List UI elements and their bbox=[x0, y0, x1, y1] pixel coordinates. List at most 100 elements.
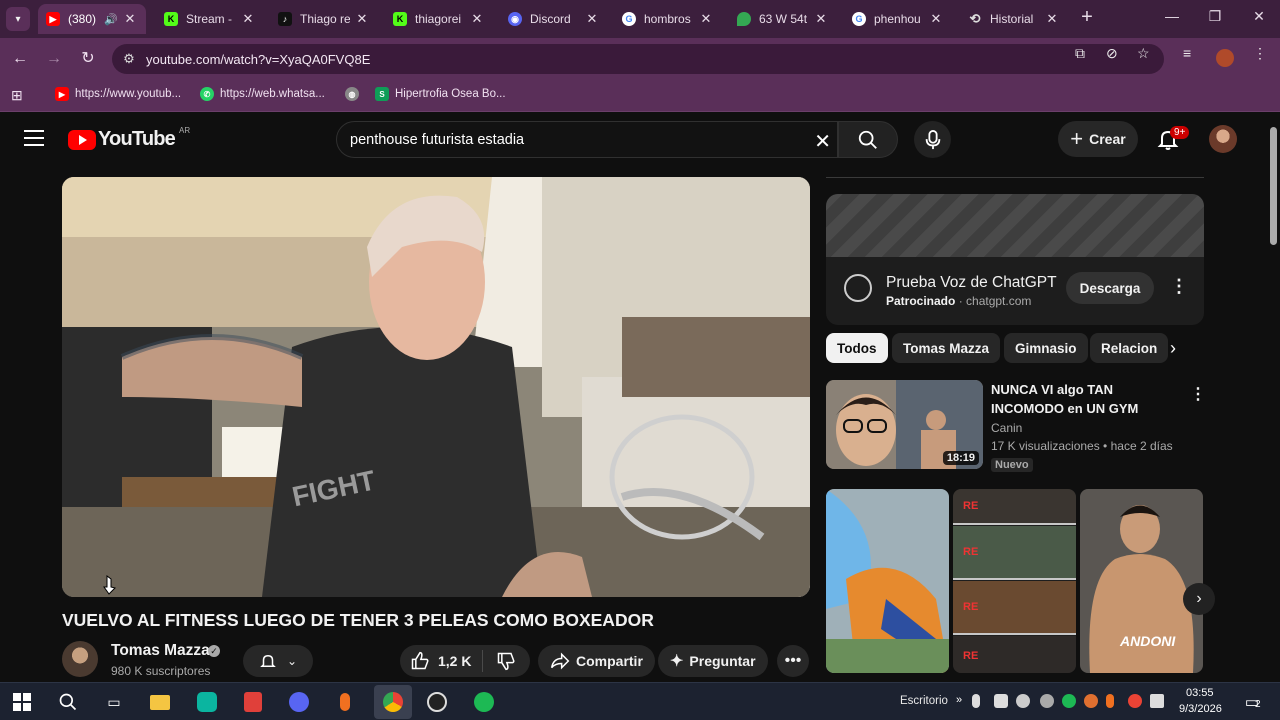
clear-search-icon[interactable]: ✕ bbox=[814, 129, 831, 154]
profile-icon[interactable] bbox=[1216, 49, 1234, 67]
eye-off-icon[interactable]: ⊘ bbox=[1106, 45, 1118, 62]
new-tab-button[interactable]: + bbox=[1076, 7, 1098, 29]
tab-kick-thiago[interactable]: K thiagorei ✕ bbox=[385, 4, 493, 34]
file-explorer-icon[interactable] bbox=[148, 690, 172, 714]
apps-grid-icon[interactable]: ⊞ bbox=[11, 87, 23, 104]
short-item[interactable] bbox=[826, 489, 949, 673]
page-scrollbar[interactable] bbox=[1268, 113, 1280, 682]
clock-time[interactable]: 03:55 bbox=[1186, 687, 1214, 699]
forward-button[interactable]: → bbox=[43, 48, 65, 70]
like-button[interactable]: 1,2 K bbox=[400, 651, 482, 671]
tab-history[interactable]: ⟲ Historial ✕ bbox=[960, 4, 1068, 34]
short-item[interactable]: ANDONI bbox=[1080, 489, 1203, 673]
acrobat-icon[interactable] bbox=[241, 690, 265, 714]
bookmark-star-icon[interactable]: ☆ bbox=[1137, 45, 1150, 62]
chip-relacionados[interactable]: Relacion bbox=[1090, 333, 1169, 363]
site-info-icon[interactable]: ⚙ bbox=[112, 51, 146, 67]
reload-button[interactable]: ↻ bbox=[77, 48, 99, 70]
video-menu-icon[interactable]: ⋮ bbox=[1190, 384, 1206, 404]
discord-icon[interactable] bbox=[287, 690, 311, 714]
tray-mic-icon[interactable] bbox=[1106, 694, 1114, 708]
recommended-channel[interactable]: Canin bbox=[991, 421, 1022, 435]
hamburger-menu-icon[interactable] bbox=[24, 130, 44, 146]
chip-gimnasio[interactable]: Gimnasio bbox=[1004, 333, 1088, 363]
obs-icon[interactable] bbox=[425, 690, 449, 714]
ask-button[interactable]: ✦ Preguntar bbox=[658, 645, 768, 677]
bookmark-youtube[interactable]: ▶ https://www.youtub... bbox=[55, 87, 181, 101]
recommended-video[interactable]: 18:19 NUNCA VI algo TAN INCOMODO en UN G… bbox=[826, 380, 1206, 472]
close-tab-icon[interactable]: ✕ bbox=[240, 11, 256, 27]
clock-date[interactable]: 9/3/2026 bbox=[1179, 703, 1222, 715]
spotify-tray-icon[interactable] bbox=[1062, 694, 1076, 708]
close-tab-icon[interactable]: ✕ bbox=[469, 11, 485, 27]
account-avatar[interactable] bbox=[1209, 125, 1237, 153]
channel-name[interactable]: Tomas Mazza bbox=[111, 642, 210, 660]
chip-todos[interactable]: Todos bbox=[826, 333, 888, 363]
microphone-app-icon[interactable] bbox=[333, 690, 357, 714]
browser-menu-icon[interactable]: ⋮ bbox=[1253, 45, 1267, 62]
tab-tiktok[interactable]: ♪ Thiago re ✕ bbox=[270, 4, 378, 34]
desktop-toolbar-label[interactable]: Escritorio bbox=[900, 695, 948, 707]
close-tab-icon[interactable]: ✕ bbox=[354, 11, 370, 27]
chrome-icon[interactable] bbox=[374, 685, 412, 719]
search-button[interactable] bbox=[838, 121, 898, 158]
speaker-icon[interactable]: 🔊 bbox=[104, 13, 118, 26]
tray-app-icon[interactable] bbox=[1084, 694, 1098, 708]
recommended-title[interactable]: NUNCA VI algo TAN INCOMODO en UN GYM bbox=[991, 380, 1181, 418]
close-window-button[interactable]: ✕ bbox=[1244, 8, 1274, 30]
minimize-button[interactable]: — bbox=[1157, 8, 1187, 30]
chip-tomas-mazza[interactable]: Tomas Mazza bbox=[892, 333, 1001, 363]
tab-maps[interactable]: 63 W 54t ✕ bbox=[729, 4, 837, 34]
ad-download-button[interactable]: Descarga bbox=[1066, 272, 1154, 304]
tab-google-hombros[interactable]: G hombros ✕ bbox=[614, 4, 722, 34]
tray-icon[interactable] bbox=[994, 694, 1008, 708]
more-actions-button[interactable]: ••• bbox=[777, 645, 809, 677]
close-tab-icon[interactable]: ✕ bbox=[584, 11, 600, 27]
spotify-icon[interactable] bbox=[472, 690, 496, 714]
chevron-right-icon[interactable]: › bbox=[1170, 338, 1176, 359]
tab-discord[interactable]: ◉ Discord ✕ bbox=[500, 4, 608, 34]
chrome-tray-icon[interactable] bbox=[1128, 694, 1142, 708]
voice-search-button[interactable] bbox=[914, 121, 951, 158]
close-tab-icon[interactable]: ✕ bbox=[928, 11, 944, 27]
task-view-icon[interactable]: ▭ bbox=[102, 690, 126, 714]
windows-start-icon[interactable] bbox=[10, 690, 34, 714]
volume-icon[interactable] bbox=[1150, 694, 1164, 708]
share-button[interactable]: Compartir bbox=[538, 645, 655, 677]
close-tab-icon[interactable]: ✕ bbox=[698, 11, 714, 27]
video-thumbnail[interactable]: 18:19 bbox=[826, 380, 983, 469]
tab-youtube[interactable]: ▶ (380) 🔊 ✕ bbox=[38, 4, 146, 34]
close-tab-icon[interactable]: ✕ bbox=[1044, 11, 1060, 27]
tab-google-penthouse[interactable]: G phenhou ✕ bbox=[844, 4, 952, 34]
bookmark-globe[interactable]: ◍ bbox=[345, 87, 365, 101]
youtube-logo[interactable]: YouTube AR bbox=[68, 126, 190, 151]
close-tab-icon[interactable]: ✕ bbox=[122, 11, 138, 27]
channel-avatar[interactable] bbox=[62, 641, 98, 677]
tab-search-button[interactable]: ▾ bbox=[6, 7, 30, 31]
address-bar[interactable]: ⚙ youtube.com/watch?v=XyaQA0FVQ8E bbox=[112, 44, 1164, 74]
shorts-next-button[interactable]: › bbox=[1183, 583, 1215, 615]
video-player[interactable]: FIGHT bbox=[62, 177, 810, 597]
tab-kick-stream[interactable]: K Stream - ✕ bbox=[156, 4, 264, 34]
wifi-icon[interactable] bbox=[1040, 694, 1054, 708]
create-button[interactable]: + Crear bbox=[1058, 121, 1138, 157]
back-button[interactable]: ← bbox=[9, 48, 31, 70]
app-icon[interactable] bbox=[195, 690, 219, 714]
install-app-icon[interactable]: ⧉ bbox=[1075, 45, 1085, 62]
media-control-icon[interactable]: ≡ bbox=[1183, 45, 1191, 61]
bookmark-sheets[interactable]: S Hipertrofia Osea Bo... bbox=[375, 87, 506, 101]
ad-menu-icon[interactable]: ⋮ bbox=[1170, 276, 1188, 297]
subscription-notifications-button[interactable]: ⌄ bbox=[243, 645, 313, 677]
search-input[interactable] bbox=[350, 131, 790, 148]
search-icon[interactable] bbox=[56, 690, 80, 714]
chevron-up-icon[interactable]: » bbox=[956, 694, 970, 708]
close-tab-icon[interactable]: ✕ bbox=[813, 11, 829, 27]
short-item[interactable]: RE RE RE RE bbox=[953, 489, 1076, 673]
restore-button[interactable]: ❐ bbox=[1200, 8, 1230, 30]
scrollbar-thumb[interactable] bbox=[1270, 127, 1277, 245]
bookmark-whatsapp[interactable]: ✆ https://web.whatsa... bbox=[200, 87, 325, 101]
discord-tray-icon[interactable] bbox=[1016, 694, 1030, 708]
url-text[interactable]: youtube.com/watch?v=XyaQA0FVQ8E bbox=[146, 52, 370, 67]
dislike-button[interactable] bbox=[483, 651, 529, 671]
sponsored-ad-card[interactable]: Prueba Voz de ChatGPT Patrocinado · chat… bbox=[826, 194, 1204, 325]
